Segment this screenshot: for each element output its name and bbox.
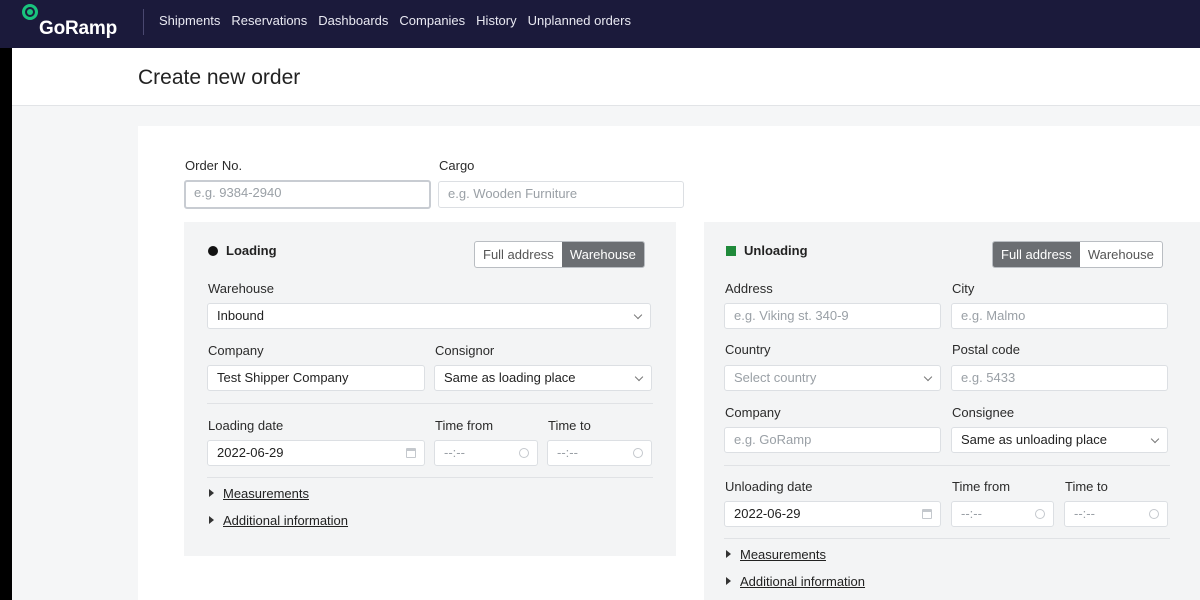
- chevron-down-icon: [923, 372, 933, 382]
- caret-right-icon: [726, 550, 731, 558]
- unloading-company-label: Company: [725, 405, 781, 420]
- logo-text: GoRamp: [39, 18, 117, 39]
- cargo-label: Cargo: [439, 158, 475, 173]
- loading-company-label: Company: [208, 343, 264, 358]
- clock-icon: [1035, 509, 1045, 519]
- unloading-time-to-input[interactable]: --:--: [1064, 501, 1168, 527]
- order-no-input[interactable]: e.g. 9384-2940: [184, 180, 431, 209]
- loading-additional-info-label: Additional information: [223, 513, 349, 528]
- clock-icon: [1149, 509, 1159, 519]
- loading-time-from-input[interactable]: --:--: [434, 440, 538, 466]
- loading-marker-dot: [208, 246, 218, 256]
- loading-title: Loading: [226, 243, 277, 258]
- unloading-divider: [724, 465, 1170, 466]
- unloading-time-from-input[interactable]: --:--: [951, 501, 1054, 527]
- loading-date-label: Loading date: [208, 418, 284, 433]
- loading-additional-info-toggle[interactable]: Additional information: [209, 513, 348, 528]
- consignor-select[interactable]: Same as loading place: [434, 365, 652, 391]
- nav-item-reservations[interactable]: Reservations: [231, 13, 307, 28]
- nav-item-companies[interactable]: Companies: [399, 13, 465, 28]
- country-select[interactable]: Select country: [724, 365, 941, 391]
- city-input[interactable]: e.g. Malmo: [951, 303, 1168, 329]
- cargo-input[interactable]: e.g. Wooden Furniture: [438, 181, 684, 208]
- loading-toggle-warehouse[interactable]: Warehouse: [561, 242, 644, 267]
- page-title: Create new order: [138, 66, 301, 89]
- nav-divider: [143, 9, 144, 35]
- loading-time-to-input[interactable]: --:--: [547, 440, 652, 466]
- order-form-card: Order No. e.g. 9384-2940 Cargo e.g. Wood…: [138, 126, 1200, 600]
- unloading-address-toggle: Full address Warehouse: [992, 241, 1163, 268]
- unloading-time-from-label: Time from: [952, 479, 1011, 494]
- loading-company-input[interactable]: Test Shipper Company: [207, 365, 425, 391]
- page-header: Create new order: [12, 48, 1200, 106]
- caret-right-icon: [726, 577, 731, 585]
- consignor-label: Consignor: [435, 343, 495, 358]
- loading-time-to-label: Time to: [548, 418, 591, 433]
- loading-date-input[interactable]: 2022-06-29: [207, 440, 425, 466]
- city-label: City: [952, 281, 975, 296]
- loading-measurements-label: Measurements: [223, 486, 309, 501]
- loading-divider: [207, 403, 653, 404]
- caret-right-icon: [209, 489, 214, 497]
- loading-panel: Loading Full address Warehouse Warehouse…: [184, 222, 676, 556]
- unloading-marker-square: [726, 246, 736, 256]
- clock-icon: [519, 448, 529, 458]
- nav-item-shipments[interactable]: Shipments: [159, 13, 220, 28]
- goramp-logo[interactable]: GoRamp: [22, 4, 132, 44]
- unloading-additional-info-toggle[interactable]: Additional information: [726, 574, 865, 589]
- unloading-date-value: 2022-06-29: [734, 506, 801, 521]
- chevron-down-icon: [1150, 434, 1160, 444]
- nav-item-dashboards[interactable]: Dashboards: [318, 13, 388, 28]
- left-edge-strip: [0, 48, 12, 600]
- postal-code-input[interactable]: e.g. 5433: [951, 365, 1168, 391]
- country-label: Country: [725, 342, 771, 357]
- main-nav: Shipments Reservations Dashboards Compan…: [159, 13, 631, 28]
- unloading-date-label: Unloading date: [725, 479, 813, 494]
- nav-item-unplanned-orders[interactable]: Unplanned orders: [528, 13, 631, 28]
- country-placeholder: Select country: [734, 370, 817, 385]
- consignee-label: Consignee: [952, 405, 1015, 420]
- loading-time-to-placeholder: --:--: [557, 445, 578, 460]
- unloading-toggle-warehouse[interactable]: Warehouse: [1080, 242, 1162, 267]
- chevron-down-icon: [634, 372, 644, 382]
- caret-right-icon: [209, 516, 214, 524]
- chevron-down-icon: [633, 310, 643, 320]
- unloading-time-from-placeholder: --:--: [961, 506, 982, 521]
- loading-warehouse-value: Inbound: [217, 308, 264, 323]
- logo-ring-icon: [22, 4, 38, 20]
- address-label: Address: [725, 281, 773, 296]
- unloading-company-input[interactable]: e.g. GoRamp: [724, 427, 941, 453]
- consignor-value: Same as loading place: [444, 370, 576, 385]
- unloading-title: Unloading: [744, 243, 808, 258]
- address-input[interactable]: e.g. Viking st. 340-9: [724, 303, 941, 329]
- loading-warehouse-select[interactable]: Inbound: [207, 303, 651, 329]
- postal-code-label: Postal code: [952, 342, 1020, 357]
- unloading-date-input[interactable]: 2022-06-29: [724, 501, 941, 527]
- consignee-value: Same as unloading place: [961, 432, 1107, 447]
- unloading-measurements-toggle[interactable]: Measurements: [726, 547, 826, 562]
- loading-measurements-toggle[interactable]: Measurements: [209, 486, 309, 501]
- calendar-icon: [922, 509, 932, 519]
- calendar-icon: [406, 448, 416, 458]
- loading-warehouse-label: Warehouse: [208, 281, 274, 296]
- clock-icon: [633, 448, 643, 458]
- unloading-panel: Unloading Full address Warehouse Address…: [704, 222, 1200, 600]
- loading-time-from-label: Time from: [435, 418, 494, 433]
- loading-divider-2: [207, 477, 653, 478]
- unloading-additional-info-label: Additional information: [740, 574, 866, 589]
- loading-address-toggle: Full address Warehouse: [474, 241, 645, 268]
- loading-date-value: 2022-06-29: [217, 445, 284, 460]
- unloading-toggle-full-address[interactable]: Full address: [993, 242, 1080, 267]
- unloading-measurements-label: Measurements: [740, 547, 826, 562]
- consignee-select[interactable]: Same as unloading place: [951, 427, 1168, 453]
- unloading-divider-2: [724, 538, 1170, 539]
- loading-toggle-full-address[interactable]: Full address: [475, 242, 562, 267]
- unloading-time-to-placeholder: --:--: [1074, 506, 1095, 521]
- loading-time-from-placeholder: --:--: [444, 445, 465, 460]
- top-nav-bar: GoRamp Shipments Reservations Dashboards…: [0, 0, 1200, 48]
- nav-item-history[interactable]: History: [476, 13, 516, 28]
- unloading-time-to-label: Time to: [1065, 479, 1108, 494]
- order-no-label: Order No.: [185, 158, 243, 173]
